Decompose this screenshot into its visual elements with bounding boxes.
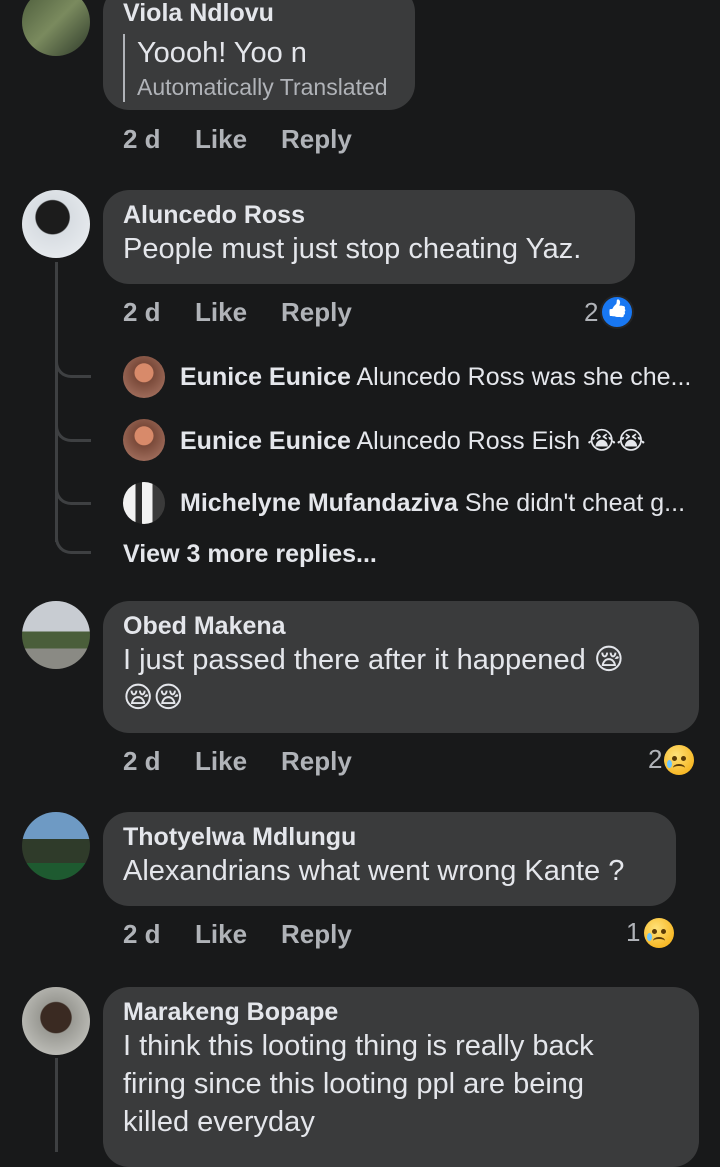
reply-text: She didn't cheat g... <box>464 489 686 517</box>
comment-text-line: killed everyday <box>123 1106 315 1138</box>
avatar-eunice[interactable] <box>123 356 165 398</box>
comment-text: Alexandrians what went wrong Kante ? <box>123 855 625 887</box>
view-more-replies-link[interactable]: View 3 more replies... <box>123 540 377 569</box>
comment-actions: 2 d Like Reply <box>123 297 352 328</box>
avatar-michelyne[interactable] <box>123 482 165 524</box>
like-button[interactable]: Like <box>195 919 281 950</box>
comment-author[interactable]: Obed Makena <box>123 611 679 641</box>
reply-button[interactable]: Reply <box>281 297 352 328</box>
comment-bubble-obed: Obed Makena I just passed there after it… <box>103 601 699 733</box>
comment-author[interactable]: Viola Ndlovu <box>123 0 395 28</box>
avatar-viola[interactable] <box>22 0 90 56</box>
comment-text-line: 😪😪 <box>123 682 184 714</box>
like-button[interactable]: Like <box>195 746 281 777</box>
reply-item[interactable]: Eunice Eunice Aluncedo Ross was she che.… <box>180 363 691 392</box>
reaction-summary[interactable]: 2 <box>584 295 635 329</box>
timestamp[interactable]: 2 d <box>123 124 195 155</box>
sad-face-icon <box>664 744 695 775</box>
like-icon <box>600 295 635 329</box>
comment-actions: 2 d Like Reply <box>123 746 352 777</box>
comment-text: People must just stop cheating Yaz. <box>123 233 582 265</box>
timestamp[interactable]: 2 d <box>123 297 195 328</box>
reply-author[interactable]: Eunice Eunice <box>180 427 351 455</box>
comment-author[interactable]: Thotyelwa Mdlungu <box>123 822 656 852</box>
reaction-count: 1 <box>626 917 641 947</box>
reply-branch <box>55 358 91 378</box>
like-button[interactable]: Like <box>195 297 281 328</box>
comment-author[interactable]: Marakeng Bopape <box>123 997 679 1027</box>
comment-bubble-viola: Viola Ndlovu Yoooh! Yoo n Automatically … <box>103 0 415 110</box>
thread-line <box>55 262 58 542</box>
timestamp[interactable]: 2 d <box>123 919 195 950</box>
reaction-summary[interactable]: 2 <box>648 744 695 775</box>
avatar-thotyelwa[interactable] <box>22 812 90 880</box>
reaction-summary[interactable]: 1 <box>626 917 675 948</box>
reply-button[interactable]: Reply <box>281 124 352 155</box>
avatar-eunice[interactable] <box>123 419 165 461</box>
reply-branch <box>55 485 91 505</box>
comment-bubble-aluncedo: Aluncedo Ross People must just stop chea… <box>103 190 635 284</box>
comment-text: Yoooh! Yoo n <box>137 37 307 69</box>
sad-face-icon <box>644 917 675 948</box>
avatar-marakeng[interactable] <box>22 987 90 1055</box>
comment-bubble-marakeng: Marakeng Bopape I think this looting thi… <box>103 987 699 1167</box>
reaction-count: 2 <box>584 296 599 327</box>
translation-note[interactable]: Automatically Translated <box>137 72 395 102</box>
comment-actions: 2 d Like Reply <box>123 919 352 950</box>
comment-text-line: firing since this looting ppl are being <box>123 1068 585 1100</box>
reply-text: Aluncedo Ross Eish 😭😭 <box>356 427 646 455</box>
reply-branch <box>55 422 91 442</box>
reaction-count: 2 <box>648 744 663 774</box>
thread-line <box>55 1058 58 1152</box>
reply-branch <box>55 534 91 554</box>
avatar-obed[interactable] <box>22 601 90 669</box>
reply-button[interactable]: Reply <box>281 919 352 950</box>
reply-text: Aluncedo Ross was she che... <box>356 363 692 391</box>
comment-bubble-thotyelwa: Thotyelwa Mdlungu Alexandrians what went… <box>103 812 676 906</box>
reply-item[interactable]: Eunice Eunice Aluncedo Ross Eish 😭😭 <box>180 426 646 456</box>
reply-author[interactable]: Eunice Eunice <box>180 363 351 391</box>
comment-text-line: I just passed there after it happened 😪 <box>123 644 624 676</box>
reply-item[interactable]: Michelyne Mufandaziva She didn't cheat g… <box>180 489 685 518</box>
timestamp[interactable]: 2 d <box>123 746 195 777</box>
like-button[interactable]: Like <box>195 124 281 155</box>
translated-block: Yoooh! Yoo n Automatically Translated <box>123 34 395 102</box>
comment-actions: 2 d Like Reply <box>123 124 352 155</box>
comment-author[interactable]: Aluncedo Ross <box>123 200 615 230</box>
comment-text-line: I think this looting thing is really bac… <box>123 1030 594 1062</box>
avatar-aluncedo[interactable] <box>22 190 90 258</box>
reply-author[interactable]: Michelyne Mufandaziva <box>180 489 458 517</box>
reply-button[interactable]: Reply <box>281 746 352 777</box>
